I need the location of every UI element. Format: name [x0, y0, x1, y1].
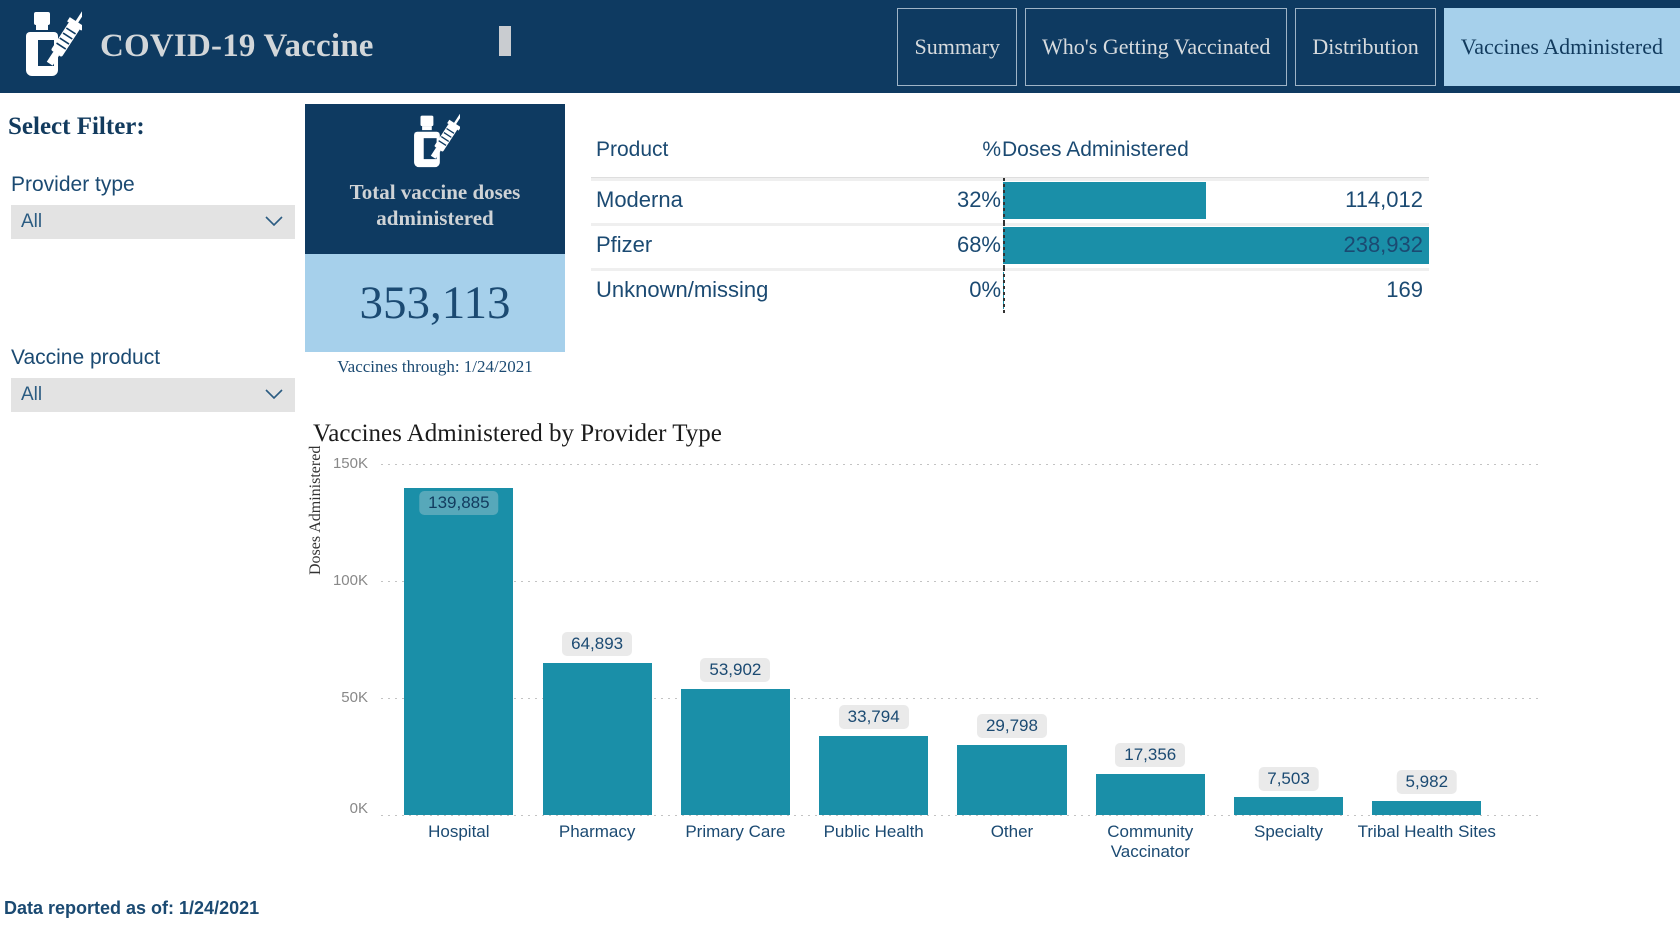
chevron-down-icon [265, 389, 283, 399]
header-tick-marker [499, 26, 511, 56]
y-tick-label: 0K [349, 800, 368, 817]
bar [680, 689, 790, 815]
bar-column-hospital[interactable]: 139,885 Hospital [404, 464, 514, 841]
provider-type-label: Provider type [11, 173, 135, 196]
x-axis-label-tribal-health-sites: Tribal Health Sites [1357, 822, 1496, 841]
product-doses-value: 169 [1386, 277, 1423, 302]
row-divider [591, 268, 1429, 271]
vaccine-vial-syringe-icon [410, 113, 463, 172]
dashboard-page: COVID-19 Vaccine Summary Who's Getting V… [0, 0, 1680, 931]
product-percent: 0% [969, 277, 1001, 302]
bar-column-tribal-health-sites[interactable]: 5,982 Tribal Health Sites [1358, 464, 1496, 841]
bar [1095, 774, 1205, 815]
x-axis-label-pharmacy: Pharmacy [558, 822, 636, 841]
data-reported-footer: Data reported as of: 1/24/2021 [4, 898, 260, 918]
y-tick-label: 50K [341, 689, 368, 706]
y-tick-label: 150K [332, 455, 368, 472]
bar-value-label: 5,982 [1396, 770, 1458, 795]
bar-column-public-health[interactable]: 33,794 Public Health [819, 464, 929, 841]
bar-baseline [1003, 178, 1005, 223]
x-axis-label-other: Other [990, 822, 1034, 841]
select-filter-heading: Select Filter: [8, 113, 145, 140]
y-tick-label: 100K [332, 572, 368, 589]
filter-vaccine-product: Vaccine product All [11, 346, 295, 412]
nav-tabs: Summary Who's Getting Vaccinated Distrib… [897, 8, 1680, 86]
vaccine-product-label: Vaccine product [11, 346, 161, 369]
x-axis-label-specialty: Specialty [1254, 822, 1323, 841]
bar-value-label: 29,798 [976, 713, 1047, 738]
tab-summary[interactable]: Summary [897, 8, 1018, 86]
page-title: COVID-19 Vaccine [100, 27, 374, 64]
product-doses-value: 238,932 [1343, 232, 1423, 257]
bar-column-other[interactable]: 29,798 Other [957, 464, 1067, 841]
product-name: Moderna [596, 187, 683, 212]
bar-column-community-vaccinator[interactable]: 17,356 Community Vaccinator [1095, 464, 1205, 861]
x-axis-label-primary-care: Primary Care [685, 822, 786, 841]
tab-vaccines-administered[interactable]: Vaccines Administered [1443, 8, 1680, 86]
tab-distribution[interactable]: Distribution [1295, 8, 1436, 86]
chevron-down-icon [265, 216, 283, 226]
bar-baseline [1003, 268, 1005, 313]
column-header-doses: Doses Administered [1002, 138, 1189, 161]
table-row[interactable]: Unknown/missing 0% 169 [591, 268, 1429, 313]
filter-sidebar: Select Filter: Provider type All Vaccine… [0, 93, 305, 931]
brand: COVID-19 Vaccine [22, 9, 374, 82]
kpi-value-container: 353,113 [305, 254, 565, 352]
table-row[interactable]: Moderna 32% 114,012 [591, 178, 1429, 223]
product-name: Unknown/missing [596, 277, 769, 302]
bar-baseline [1003, 223, 1005, 268]
bar-value-label: 17,356 [1115, 742, 1186, 767]
gridline [381, 815, 1543, 816]
product-doses-value: 114,012 [1345, 187, 1423, 212]
x-axis-label-community-vaccinator: Community Vaccinator [1107, 822, 1194, 862]
bar-value-label: 33,794 [838, 704, 909, 729]
kpi-caption: Vaccines through: 1/24/2021 [337, 357, 533, 376]
bar-value-label: 139,885 [419, 490, 499, 515]
bar-column-primary-care[interactable]: 53,902 Primary Care [680, 464, 790, 841]
provider-type-bar-chart: Doses Administered 150K 100K 50K 0K 139,… [307, 446, 1543, 865]
bar-value-label: 53,902 [700, 657, 771, 682]
bar [1233, 797, 1344, 815]
product-name: Pfizer [596, 232, 653, 257]
bar [819, 736, 929, 815]
vaccine-product-value: All [21, 384, 43, 405]
product-percent: 68% [956, 232, 1001, 257]
chart-title: Vaccines Administered by Provider Type [313, 420, 722, 447]
product-bar [1003, 182, 1207, 219]
row-divider [591, 223, 1429, 226]
kpi-value: 353,113 [359, 277, 511, 329]
table-row[interactable]: Pfizer 68% 238,932 [591, 223, 1429, 268]
bar-column-pharmacy[interactable]: 64,893 Pharmacy [542, 464, 652, 841]
tab-whos-getting-vaccinated[interactable]: Who's Getting Vaccinated [1025, 8, 1288, 86]
x-axis-label-hospital: Hospital [428, 822, 490, 841]
bar [1372, 800, 1482, 815]
app-header: COVID-19 Vaccine Summary Who's Getting V… [0, 0, 1680, 93]
column-header-product: Product [596, 138, 669, 161]
chart-plot-area: 139,885 Hospital 64,893 Pharmacy 53,902 … [381, 464, 1543, 861]
column-header-percent: % [982, 138, 1001, 161]
vaccine-vial-syringe-icon [22, 9, 86, 82]
kpi-title: Total vaccine doses administered [349, 180, 521, 230]
bar [542, 663, 652, 815]
provider-type-select[interactable]: All [11, 205, 295, 239]
filter-provider-type: Provider type All [11, 173, 295, 239]
product-percent: 32% [956, 187, 1001, 212]
bar [404, 487, 514, 815]
product-bar-zone [1003, 268, 1429, 313]
row-divider [591, 178, 1429, 181]
provider-type-value: All [21, 211, 43, 232]
product-table: Product % Doses Administered Moderna 32%… [591, 138, 1429, 313]
table-header-row: Product % Doses Administered [591, 138, 1429, 178]
x-axis-label-public-health: Public Health [823, 822, 924, 841]
vaccine-product-select[interactable]: All [11, 378, 295, 412]
kpi-card-header: Total vaccine doses administered [305, 104, 565, 254]
bar-value-label: 7,503 [1258, 766, 1319, 791]
bar-value-label: 64,893 [562, 631, 633, 656]
bar [957, 745, 1067, 815]
bar-column-specialty[interactable]: 7,503 Specialty [1233, 464, 1344, 841]
